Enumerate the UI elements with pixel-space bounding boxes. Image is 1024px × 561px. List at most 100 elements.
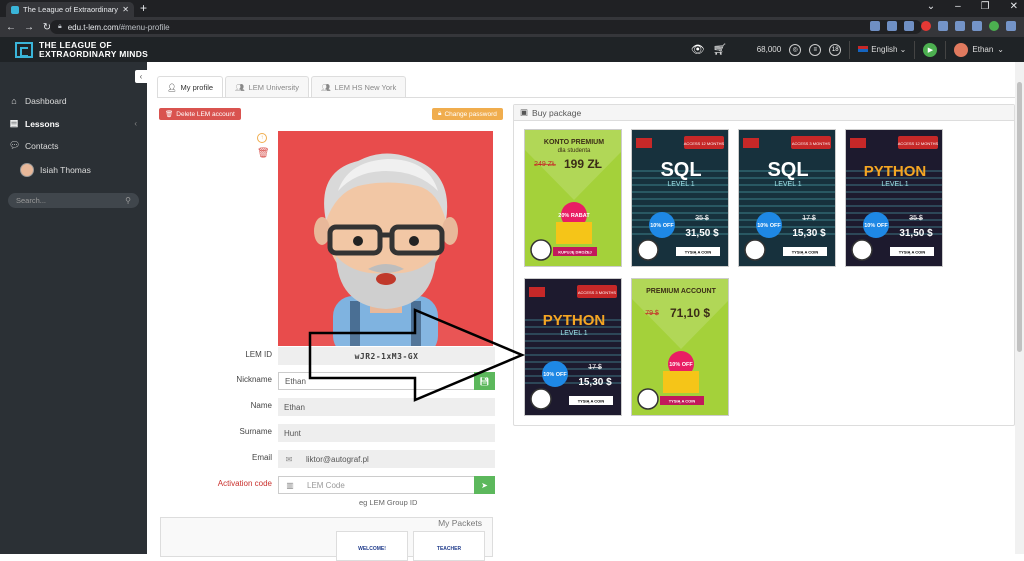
activation-placeholder: LEM Code [307, 480, 345, 490]
cart-icon[interactable]: 🛒︎ [713, 43, 727, 56]
app-logo[interactable]: THE LEAGUE OF EXTRAORDINARY MINDS [15, 41, 148, 58]
chevron-left-icon[interactable]: ‹ [134, 119, 137, 128]
new-tab-button[interactable]: + [140, 1, 147, 15]
translate-icon[interactable] [870, 21, 880, 31]
upload-avatar-icon[interactable]: ↑ [257, 133, 267, 143]
profile-icon[interactable] [989, 21, 999, 31]
change-password-label: Change password [444, 110, 497, 118]
packet-card-welcome[interactable]: WELCOME! [336, 531, 408, 561]
package-price: 199 ZŁ [564, 157, 602, 171]
buy-package-title: Buy package [532, 107, 582, 118]
sidebar-item-contacts[interactable]: 💬︎ Contacts [9, 140, 59, 151]
stripe-decoration [632, 219, 728, 221]
package-price: 15,30 $ [578, 377, 612, 388]
language-selector[interactable]: English ⌄ [858, 45, 906, 54]
sidebar-collapse-button[interactable]: ‹ [135, 70, 147, 83]
save-icon: 💾︎ [479, 376, 490, 386]
package-title: SQL [660, 159, 701, 181]
package-card-2[interactable]: ACCESS 12 MONTHS SQL LEVEL 1 35 $ 31,50 $ 10%… [631, 129, 729, 267]
browser-tab[interactable]: The League of Extraordinary Mi ✕ [6, 2, 134, 17]
access-tag-text: ACCESS 3 MONTHS [792, 141, 831, 146]
badge-list-icon[interactable]: ≡ [809, 43, 822, 56]
search-icon[interactable]: ⚲ [125, 196, 131, 205]
package-title: KONTO PREMIUM [544, 139, 604, 146]
share-icon[interactable] [887, 21, 897, 31]
stripe-decoration [846, 212, 942, 214]
discount-badge-text: 10% OFF [650, 223, 674, 229]
forward-icon[interactable]: → [22, 22, 36, 33]
badge-count[interactable]: 18 [829, 43, 842, 56]
puzzle-icon[interactable] [938, 21, 948, 31]
sidebar-item-lessons[interactable]: ▤ Lessons [9, 118, 60, 129]
address-bar[interactable]: 🔒︎ edu.t-lem.com /#menu-profile [50, 20, 922, 34]
side-panel-icon[interactable] [972, 21, 982, 31]
online-tag-icon [529, 287, 545, 297]
kebab-menu-icon[interactable] [1006, 21, 1016, 31]
package-old-price: 17 $ [588, 364, 602, 371]
save-nickname-button[interactable]: 💾︎ [474, 372, 495, 390]
user-name: Ethan [972, 45, 994, 54]
url-path: /#menu-profile [118, 22, 170, 32]
lock-icon: 🔒︎ [58, 23, 62, 30]
profile-avatar [278, 131, 493, 346]
submit-activation-button[interactable]: ➤ [474, 476, 495, 494]
close-tab-icon[interactable]: ✕ [122, 5, 129, 14]
extension-red-icon[interactable] [921, 21, 931, 31]
package-card-3[interactable]: ACCESS 3 MONTHS SQL LEVEL 1 17 $ 15,30 $ 10% … [738, 129, 836, 267]
eye-icon[interactable]: 👁︎ [691, 43, 705, 56]
package-old-price: 35 $ [695, 215, 709, 222]
name-label: Name [250, 401, 272, 410]
tab-strip: The League of Extraordinary Mi ✕ + ⌄ – ❐… [0, 0, 1024, 17]
cart-badge-icon [530, 239, 552, 261]
nickname-input[interactable]: Ethan [278, 372, 475, 390]
package-card-1[interactable]: KONTO PREMIUM dla studenta 249 ZŁ 199 ZŁ 20%… [524, 129, 622, 267]
stripe-decoration [525, 368, 621, 370]
window-close-icon[interactable]: ✕ [1010, 1, 1018, 12]
badge-globe-icon[interactable]: ◎ [789, 43, 802, 56]
stripe-decoration [846, 198, 942, 200]
user-icon: 👤︎ [167, 82, 177, 92]
packet-card-teacher[interactable]: TEACHER [413, 531, 485, 561]
tab-my-profile[interactable]: 👤︎ My profile [157, 76, 224, 97]
discount-badge-text: 10% OFF [757, 223, 781, 229]
stripe-decoration [739, 205, 835, 207]
sidebar-contact-isiah-thomas[interactable]: Isiah Thomas [20, 163, 91, 177]
sidebar-item-dashboard[interactable]: ⌂ Dashboard [9, 96, 66, 106]
access-tag-text: ACCESS 12 MONTHS [684, 141, 725, 146]
main-content: 👤︎ My profile 👥︎ LEM University 👥︎ LEM HS N… [147, 62, 1024, 561]
gift-box-icon [663, 371, 699, 393]
cart-badge-icon [637, 239, 659, 261]
change-password-button[interactable]: 🔒︎ Change password [432, 108, 503, 120]
package-card-5[interactable]: ACCESS 3 MONTHS PYTHON LEVEL 1 17 $ 15,30 $ 1… [524, 278, 622, 416]
browser-chrome: The League of Extraordinary Mi ✕ + ⌄ – ❐… [0, 0, 1024, 37]
package-subtitle: LEVEL 1 [881, 181, 908, 188]
user-avatar [954, 42, 969, 57]
star-icon[interactable] [904, 21, 914, 31]
page-scrollbar[interactable] [1015, 62, 1024, 554]
minimize-icon[interactable]: – [955, 1, 961, 12]
my-packets-panel: My Packets WELCOME! TEACHER [160, 517, 493, 561]
buy-button-label: TYSIĄ A COIN [899, 250, 926, 255]
tab-lem-university[interactable]: 👥︎ LEM University [225, 76, 310, 97]
buy-button-label: TYSIĄ A COIN [685, 250, 712, 255]
sidebar-search-input[interactable]: Search... ⚲ [8, 193, 139, 208]
reading-list-icon[interactable] [955, 21, 965, 31]
package-title: PREMIUM ACCOUNT [646, 288, 716, 295]
nickname-label: Nickname [236, 375, 272, 384]
play-icon[interactable]: ▶ [923, 42, 938, 57]
profile-tabs: 👤︎ My profile 👥︎ LEM University 👥︎ LEM HS N… [157, 76, 407, 97]
delete-account-button[interactable]: 🗑︎ Delete LEM account [159, 108, 241, 120]
activation-code-input[interactable]: ▥ LEM Code [278, 476, 475, 494]
surname-label: Surname [239, 427, 272, 436]
delete-avatar-icon[interactable]: 🗑︎ [257, 148, 270, 159]
package-card-4[interactable]: ACCESS 12 MONTHS PYTHON LEVEL 1 35 $ 31,50 $… [845, 129, 943, 267]
back-icon[interactable]: ← [4, 22, 18, 33]
tab-lem-hs-new-york[interactable]: 👥︎ LEM HS New York [311, 76, 407, 97]
package-card-6[interactable]: PREMIUM ACCOUNT 79 $ 71,10 $ 10% OFF TYSIĄ A… [631, 278, 729, 416]
scrollbar-thumb[interactable] [1017, 82, 1022, 352]
tab-search-icon[interactable]: ⌄ [927, 1, 935, 12]
maximize-icon[interactable]: ❐ [981, 1, 990, 12]
user-menu[interactable]: Ethan ⌄ [954, 42, 1004, 57]
package-old-price: 35 $ [909, 215, 923, 222]
stripe-decoration [846, 205, 942, 207]
